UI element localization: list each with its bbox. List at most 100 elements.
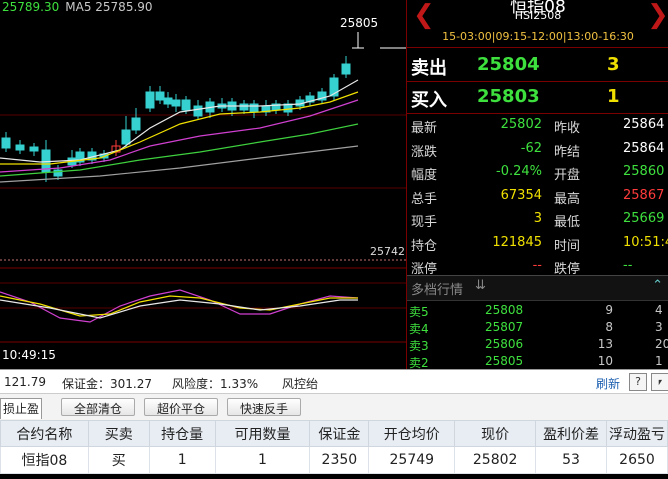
cell-margin: 2350 (309, 446, 370, 474)
depth-price: 25807 (485, 320, 524, 334)
cell-contract: 恒指08 (0, 446, 89, 474)
col-header[interactable]: 合约名称 (0, 420, 89, 447)
account-status-bar: 121.79 保证金：301.27 风险度：1.33% 风控绐 刷新 ? ⎖ (0, 369, 668, 394)
stat-value: 3 (533, 211, 542, 226)
stat-value: 25864 (623, 140, 665, 156)
depth-price: 25806 (485, 337, 524, 351)
sell-price: 25804 (477, 54, 540, 75)
depth-header[interactable]: 多档行情 ⇊ ⌃ (407, 275, 668, 301)
stat-label: 现手 (411, 215, 438, 230)
col-header[interactable]: 持仓量 (148, 420, 216, 447)
candle-body (131, 117, 141, 131)
risk-control-text: 风控绐 (282, 377, 319, 391)
col-header[interactable]: 买卖 (87, 420, 150, 447)
stat-value: 25860 (623, 164, 665, 179)
candle-body (121, 129, 131, 145)
col-header[interactable]: 开仓均价 (368, 420, 456, 447)
ma-legend: 25789.30 MA5 25785.90 (2, 0, 153, 14)
table-row[interactable]: 恒指08 买 1 1 2350 25749 25802 53 2650 (0, 446, 668, 474)
candle-body (15, 144, 25, 151)
col-header[interactable]: 浮动盈亏 (606, 420, 668, 447)
risk-text: 风险度：1.33% (172, 377, 259, 391)
tab-stop-loss-profit[interactable]: 损止盈 (0, 398, 42, 419)
stat-value: 10:51:44 (623, 234, 668, 250)
col-header[interactable]: 保证金 (309, 420, 370, 447)
candle-body (193, 105, 203, 117)
close-all-button[interactable]: 全部清仓 (61, 398, 135, 416)
double-chevron-down-icon[interactable]: ⇊ (475, 278, 486, 293)
depth-price: 25805 (485, 354, 524, 368)
quote-header: ❮ ❯ 恒指08 HSI2508 15-03:00|09:15-12:00|13… (407, 0, 668, 48)
depth-level-label: 卖3 (409, 339, 429, 353)
stat-value: 25802 (500, 117, 542, 132)
ma-value-1: 25789.30 (2, 0, 60, 14)
stat-value: 121845 (492, 234, 542, 250)
depth-quantity: 13 (597, 337, 613, 351)
depth-quantity: 10 (597, 354, 613, 368)
buy-price: 25803 (477, 86, 540, 107)
depth-quantity-2: 4 (655, 303, 663, 317)
positions-table: 合约名称 买卖 持仓量 可用数量 保证金 开仓均价 现价 盈利价差 浮动盈亏 恒… (0, 420, 668, 474)
kline-chart-canvas (0, 32, 406, 343)
col-header[interactable]: 盈利价差 (535, 420, 607, 447)
cell-profit-diff: 53 (535, 446, 607, 474)
depth-quantity-2: 20 (655, 337, 668, 351)
depth-level-label: 卖4 (409, 322, 429, 336)
sell-label: 卖出 (411, 58, 447, 79)
depth-price: 25808 (485, 303, 524, 317)
trading-session: 15-03:00|09:15-12:00|13:00-16:30 (442, 30, 634, 43)
candle-body (145, 91, 155, 109)
divider (407, 47, 668, 48)
stat-label: 时间 (554, 238, 581, 254)
oscillator-line-1 (0, 289, 359, 323)
buy-label: 买入 (411, 90, 447, 111)
col-header[interactable]: 可用数量 (214, 420, 311, 447)
stat-label: 幅度 (411, 168, 438, 183)
candle-body (29, 146, 39, 152)
stat-label: 最新 (411, 121, 438, 136)
depth-row[interactable]: 卖4 25807 8 3 (407, 320, 668, 338)
account-value: 121.79 (4, 375, 46, 389)
help-icon[interactable]: ? (629, 373, 647, 391)
candle-body (155, 91, 165, 101)
stat-label: 涨跌 (411, 144, 438, 160)
stat-value: -- (623, 258, 633, 273)
sell-volume: 3 (607, 54, 620, 75)
stat-value: -- (532, 258, 542, 273)
crosshair-time-label: 10:49:15 (2, 348, 56, 362)
ma5-line (0, 79, 359, 163)
stat-label: 最低 (554, 215, 581, 230)
depth-quantity-2: 3 (655, 320, 663, 334)
lock-icon[interactable]: ⎖ (651, 373, 668, 391)
sell-quote-row[interactable]: 卖出 25804 3 (407, 50, 668, 80)
candle-body (1, 137, 11, 149)
stat-label: 持仓 (411, 238, 438, 254)
cell-open-avg: 25749 (368, 446, 456, 474)
kline-chart[interactable]: 25789.30 MA5 25785.90 25805 25742 10:49:1… (0, 0, 406, 369)
over-price-close-button[interactable]: 超价平仓 (144, 398, 218, 416)
refresh-link[interactable]: 刷新 (596, 375, 620, 392)
depth-level-label: 卖5 (409, 305, 429, 319)
buy-quote-row[interactable]: 买入 25803 1 (407, 82, 668, 112)
stat-value: 25867 (623, 187, 665, 203)
depth-quantity-2: 1 (655, 354, 663, 368)
quick-reverse-button[interactable]: 快速反手 (227, 398, 301, 416)
stat-label: 昨收 (554, 121, 581, 136)
oscillator-line-2 (0, 295, 358, 317)
high-price-label: 25805 (340, 16, 379, 30)
stat-label: 昨结 (554, 144, 581, 160)
cell-position: 1 (148, 446, 216, 474)
col-header[interactable]: 现价 (454, 420, 537, 447)
depth-quantity: 8 (605, 320, 613, 334)
cell-floating-pnl: 2650 (606, 446, 668, 474)
candle-body (171, 99, 181, 107)
depth-row[interactable]: 卖3 25806 13 20 (407, 337, 668, 355)
depth-row[interactable]: 卖5 25808 9 4 (407, 303, 668, 321)
low-price-label: 25742 (370, 245, 405, 258)
divider (407, 113, 668, 114)
chevron-up-icon[interactable]: ⌃ (652, 278, 663, 293)
depth-title: 多档行情 (411, 283, 464, 298)
buy-volume: 1 (607, 86, 620, 107)
depth-quantity: 9 (605, 303, 613, 317)
stat-value: 25864 (623, 117, 665, 132)
